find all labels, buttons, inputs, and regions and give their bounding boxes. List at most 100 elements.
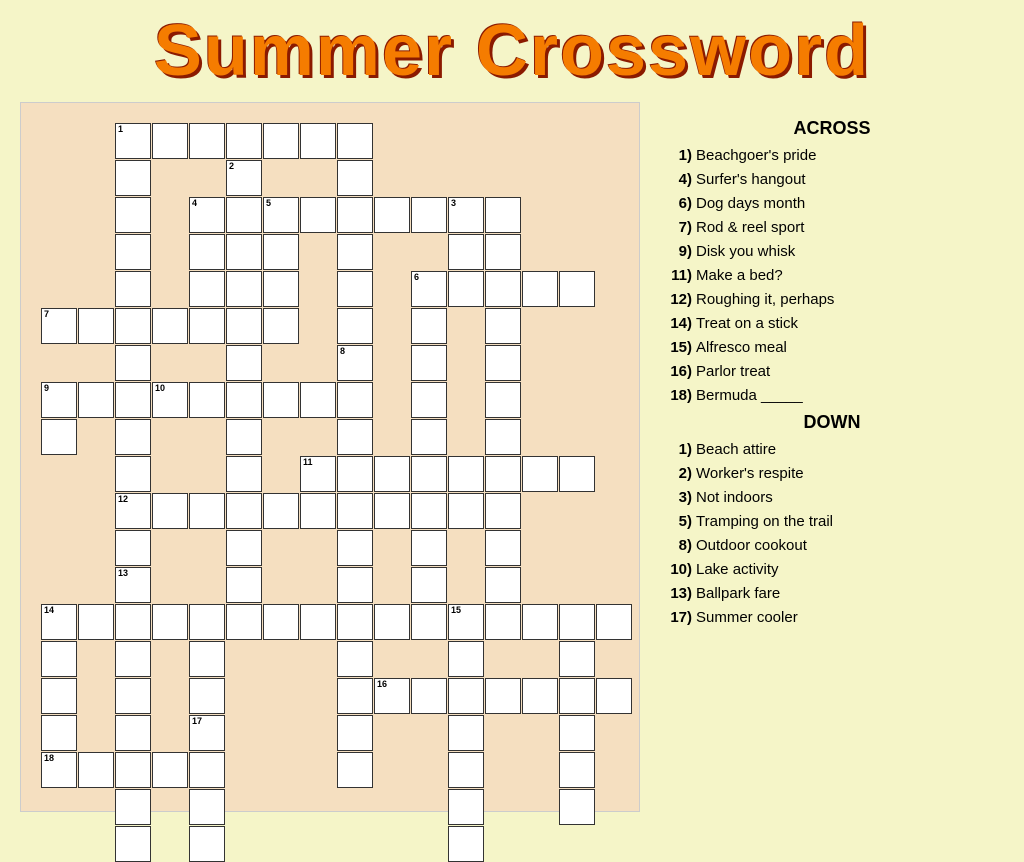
grid-cell[interactable] (337, 160, 373, 196)
grid-cell[interactable] (411, 604, 447, 640)
grid-cell[interactable]: 1 (115, 123, 151, 159)
grid-cell[interactable] (448, 641, 484, 677)
grid-cell[interactable] (337, 382, 373, 418)
grid-cell[interactable]: 9 (41, 382, 77, 418)
grid-cell[interactable] (411, 456, 447, 492)
grid-cell[interactable]: 12 (115, 493, 151, 529)
grid-cell[interactable]: 4 (189, 197, 225, 233)
grid-cell[interactable] (337, 530, 373, 566)
grid-cell[interactable] (263, 493, 299, 529)
grid-cell[interactable] (374, 493, 410, 529)
grid-cell[interactable] (189, 308, 225, 344)
grid-cell[interactable] (337, 752, 373, 788)
grid-cell[interactable] (448, 826, 484, 862)
grid-cell[interactable] (559, 604, 595, 640)
grid-cell[interactable] (115, 530, 151, 566)
grid-cell[interactable] (337, 715, 373, 751)
grid-cell[interactable] (115, 604, 151, 640)
grid-cell[interactable] (337, 456, 373, 492)
grid-cell[interactable] (559, 752, 595, 788)
grid-cell[interactable] (337, 123, 373, 159)
grid-cell[interactable] (189, 382, 225, 418)
grid-cell[interactable] (115, 678, 151, 714)
grid-cell[interactable] (300, 123, 336, 159)
grid-cell[interactable] (559, 456, 595, 492)
grid-cell[interactable] (263, 234, 299, 270)
grid-cell[interactable] (485, 530, 521, 566)
grid-cell[interactable] (337, 308, 373, 344)
grid-cell[interactable] (226, 345, 262, 381)
grid-cell[interactable] (226, 234, 262, 270)
grid-cell[interactable] (522, 678, 558, 714)
grid-cell[interactable] (448, 234, 484, 270)
grid-cell[interactable] (226, 493, 262, 529)
grid-cell[interactable]: 6 (411, 271, 447, 307)
grid-cell[interactable] (226, 567, 262, 603)
grid-cell[interactable] (263, 604, 299, 640)
grid-cell[interactable]: 16 (374, 678, 410, 714)
grid-cell[interactable] (300, 197, 336, 233)
grid-cell[interactable] (226, 530, 262, 566)
grid-cell[interactable] (189, 271, 225, 307)
grid-cell[interactable]: 17 (189, 715, 225, 751)
grid-cell[interactable] (559, 271, 595, 307)
grid-cell[interactable] (263, 271, 299, 307)
grid-cell[interactable] (115, 345, 151, 381)
grid-cell[interactable] (411, 308, 447, 344)
grid-cell[interactable] (152, 123, 188, 159)
grid-cell[interactable] (115, 752, 151, 788)
grid-cell[interactable] (374, 456, 410, 492)
grid-cell[interactable] (263, 123, 299, 159)
grid-cell[interactable] (189, 678, 225, 714)
grid-cell[interactable] (78, 382, 114, 418)
grid-cell[interactable] (226, 604, 262, 640)
grid-cell[interactable] (115, 641, 151, 677)
grid-cell[interactable] (189, 826, 225, 862)
grid-cell[interactable] (152, 752, 188, 788)
grid-cell[interactable] (448, 271, 484, 307)
grid-cell[interactable] (485, 678, 521, 714)
grid-cell[interactable] (485, 197, 521, 233)
grid-cell[interactable] (41, 419, 77, 455)
grid-cell[interactable] (485, 493, 521, 529)
grid-cell[interactable]: 2 (226, 160, 262, 196)
grid-cell[interactable] (78, 752, 114, 788)
grid-cell[interactable] (522, 456, 558, 492)
grid-cell[interactable] (226, 123, 262, 159)
grid-cell[interactable] (485, 604, 521, 640)
grid-cell[interactable] (522, 271, 558, 307)
grid-cell[interactable] (559, 789, 595, 825)
grid-cell[interactable] (115, 456, 151, 492)
grid-cell[interactable] (411, 345, 447, 381)
grid-cell[interactable] (41, 641, 77, 677)
grid-cell[interactable] (411, 493, 447, 529)
grid-cell[interactable] (337, 678, 373, 714)
grid-cell[interactable] (485, 456, 521, 492)
grid-cell[interactable] (115, 382, 151, 418)
grid-cell[interactable] (485, 234, 521, 270)
grid-cell[interactable] (596, 604, 632, 640)
grid-cell[interactable] (485, 345, 521, 381)
grid-cell[interactable] (411, 197, 447, 233)
grid-cell[interactable] (559, 641, 595, 677)
grid-cell[interactable] (189, 123, 225, 159)
grid-cell[interactable] (115, 789, 151, 825)
grid-cell[interactable] (485, 567, 521, 603)
grid-cell[interactable] (300, 382, 336, 418)
grid-cell[interactable] (78, 308, 114, 344)
grid-cell[interactable]: 15 (448, 604, 484, 640)
grid-cell[interactable] (115, 197, 151, 233)
grid-cell[interactable] (115, 160, 151, 196)
grid-cell[interactable] (115, 308, 151, 344)
grid-cell[interactable] (374, 197, 410, 233)
grid-cell[interactable] (115, 715, 151, 751)
grid-cell[interactable] (411, 678, 447, 714)
grid-cell[interactable] (189, 641, 225, 677)
grid-cell[interactable] (300, 493, 336, 529)
grid-cell[interactable]: 5 (263, 197, 299, 233)
grid-cell[interactable] (263, 308, 299, 344)
grid-cell[interactable] (115, 271, 151, 307)
grid-cell[interactable] (337, 567, 373, 603)
grid-cell[interactable] (78, 604, 114, 640)
grid-cell[interactable] (596, 678, 632, 714)
